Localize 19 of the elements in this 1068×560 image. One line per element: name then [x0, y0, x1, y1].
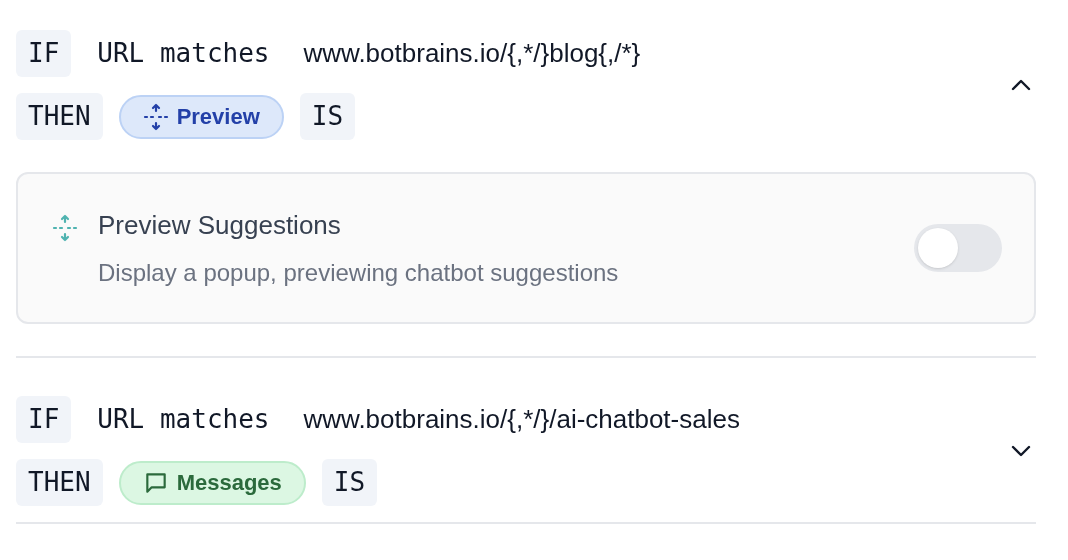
- url-pattern: www.botbrains.io/{,*/}/ai-chatbot-sales: [303, 403, 740, 436]
- if-keyword: IF: [16, 396, 72, 443]
- condition-label: URL matches: [97, 37, 270, 70]
- condition-label: URL matches: [97, 403, 270, 436]
- then-keyword: THEN: [16, 459, 103, 506]
- url-pattern: www.botbrains.io/{,*/}blog{,/*}: [303, 37, 641, 70]
- chevron-up-icon: [1010, 78, 1032, 92]
- setting-description: Display a popup, previewing chatbot suggestions: [98, 257, 620, 288]
- split-arrows-icon: [142, 102, 169, 131]
- action-tag: Messages: [118, 460, 306, 505]
- then-keyword: THEN: [16, 93, 103, 140]
- setting-title: Preview Suggestions: [98, 208, 342, 242]
- is-keyword: IS: [321, 459, 378, 506]
- chevron-down-icon: [1010, 444, 1032, 458]
- toggle-switch[interactable]: [914, 224, 1002, 272]
- if-keyword: IF: [16, 30, 72, 77]
- action-tag: Preview: [118, 94, 284, 139]
- is-keyword: IS: [299, 93, 356, 140]
- split-arrows-icon: [52, 214, 78, 242]
